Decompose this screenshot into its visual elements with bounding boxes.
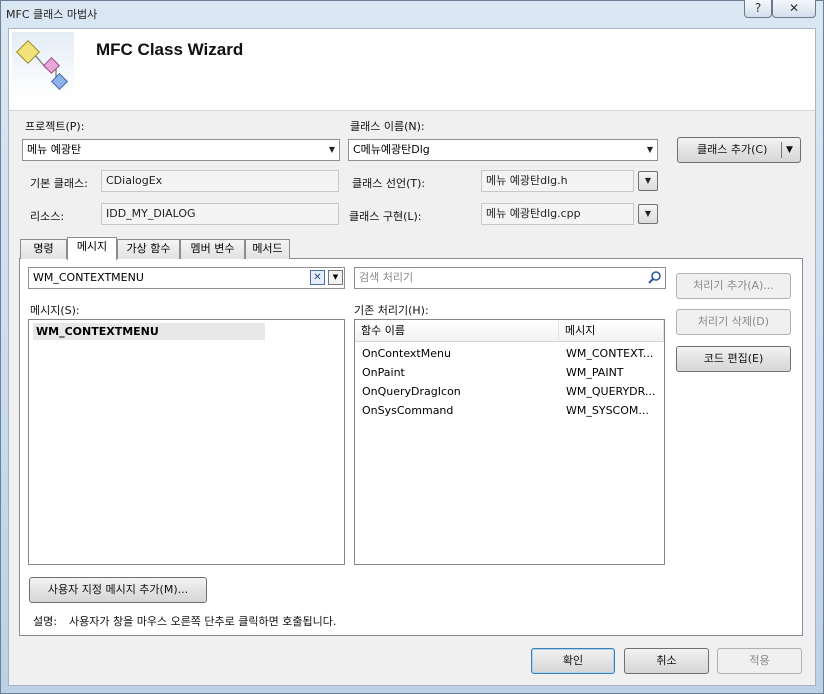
- class-declaration-label: 클래스 선언(T):: [352, 177, 426, 190]
- add-class-button[interactable]: 클래스 추가(C) ▼: [677, 137, 801, 163]
- table-row-message[interactable]: WM_CONTEXT...: [566, 347, 660, 360]
- list-item[interactable]: WM_CONTEXTMENU: [33, 323, 265, 340]
- table-row-message[interactable]: WM_SYSCOM...: [566, 404, 660, 417]
- help-icon: ?: [754, 1, 762, 15]
- project-label: 프로젝트(P):: [25, 120, 85, 133]
- message-filter-input[interactable]: WM_CONTEXTMENU: [28, 267, 345, 289]
- existing-handlers-label: 기존 처리기(H):: [354, 304, 429, 317]
- handler-search-placeholder: 검색 처리기: [359, 271, 414, 284]
- search-icon[interactable]: [647, 270, 663, 286]
- table-row-function[interactable]: OnContextMenu: [362, 347, 558, 360]
- delete-handler-button[interactable]: 처리기 삭제(D): [676, 309, 791, 335]
- description-label: 설명:: [33, 615, 57, 628]
- message-filter-value: WM_CONTEXTMENU: [33, 271, 144, 284]
- wizard-logo-icon: [12, 32, 74, 96]
- chevron-down-icon: ▼: [644, 176, 652, 185]
- existing-handlers-list[interactable]: 함수 이름 메시지 OnContextMenu WM_CONTEXT... On…: [354, 319, 665, 565]
- table-row-function[interactable]: OnQueryDragIcon: [362, 385, 558, 398]
- resource-label: 리소스:: [30, 210, 65, 223]
- close-icon: ✕: [788, 1, 800, 15]
- cancel-button[interactable]: 취소: [624, 648, 709, 674]
- tab-commands[interactable]: 명령: [20, 239, 67, 259]
- add-class-label: 클래스 추가(C): [697, 143, 768, 156]
- tab-virtual-functions[interactable]: 가상 함수: [117, 239, 180, 259]
- class-implementation-label: 클래스 구현(L):: [349, 210, 422, 223]
- handler-search-input[interactable]: 검색 처리기: [354, 267, 666, 289]
- wizard-title: MFC Class Wizard: [96, 40, 244, 59]
- apply-button[interactable]: 적용: [717, 648, 802, 674]
- column-header-message[interactable]: 메시지: [559, 320, 664, 342]
- messages-label: 메시지(S):: [30, 304, 80, 317]
- chevron-down-icon[interactable]: ▼: [786, 138, 793, 162]
- class-name-label: 클래스 이름(N):: [350, 120, 425, 133]
- project-combo[interactable]: 메뉴 예광탄 ▼: [22, 139, 340, 161]
- base-class-field: CDialogEx: [101, 170, 339, 192]
- chevron-down-icon: ▼: [646, 145, 653, 154]
- class-declaration-dropdown[interactable]: ▼: [638, 171, 658, 191]
- chevron-down-icon[interactable]: ▼: [328, 270, 343, 285]
- class-name-combo[interactable]: C메뉴예광탄Dlg ▼: [348, 139, 658, 161]
- class-implementation-field: 메뉴 예광탄dlg.cpp: [481, 203, 634, 225]
- add-handler-button[interactable]: 처리기 추가(A)...: [676, 273, 791, 299]
- close-button[interactable]: ✕: [772, 0, 816, 18]
- clear-icon[interactable]: ✕: [310, 270, 325, 285]
- base-class-label: 기본 클래스:: [30, 177, 88, 190]
- add-custom-message-button[interactable]: 사용자 지정 메시지 추가(M)...: [29, 577, 207, 603]
- chevron-down-icon: ▼: [644, 209, 652, 218]
- project-value: 메뉴 예광탄: [27, 143, 82, 156]
- split-divider: [781, 142, 782, 158]
- tab-messages[interactable]: 메시지: [67, 237, 117, 260]
- ok-button[interactable]: 확인: [531, 648, 615, 674]
- table-row-message[interactable]: WM_PAINT: [566, 366, 660, 379]
- messages-list[interactable]: WM_CONTEXTMENU: [28, 319, 345, 565]
- window-title: MFC 클래스 마법사: [6, 8, 98, 21]
- class-name-value: C메뉴예광탄Dlg: [353, 143, 430, 156]
- table-row-function[interactable]: OnPaint: [362, 366, 558, 379]
- resource-field: IDD_MY_DIALOG: [101, 203, 339, 225]
- edit-code-button[interactable]: 코드 편집(E): [676, 346, 791, 372]
- tab-methods[interactable]: 메서드: [245, 239, 290, 259]
- description-text: 사용자가 창을 마우스 오른쪽 단추로 클릭하면 호출됩니다.: [69, 615, 337, 628]
- tab-member-variables[interactable]: 멤버 변수: [180, 239, 245, 259]
- table-row-function[interactable]: OnSysCommand: [362, 404, 558, 417]
- help-button[interactable]: ?: [744, 0, 772, 18]
- column-header-function[interactable]: 함수 이름: [355, 320, 559, 342]
- table-row-message[interactable]: WM_QUERYDR...: [566, 385, 660, 398]
- chevron-down-icon: ▼: [328, 145, 335, 154]
- class-implementation-dropdown[interactable]: ▼: [638, 204, 658, 224]
- class-declaration-field: 메뉴 예광탄dlg.h: [481, 170, 634, 192]
- handlers-header: 함수 이름 메시지: [355, 320, 664, 342]
